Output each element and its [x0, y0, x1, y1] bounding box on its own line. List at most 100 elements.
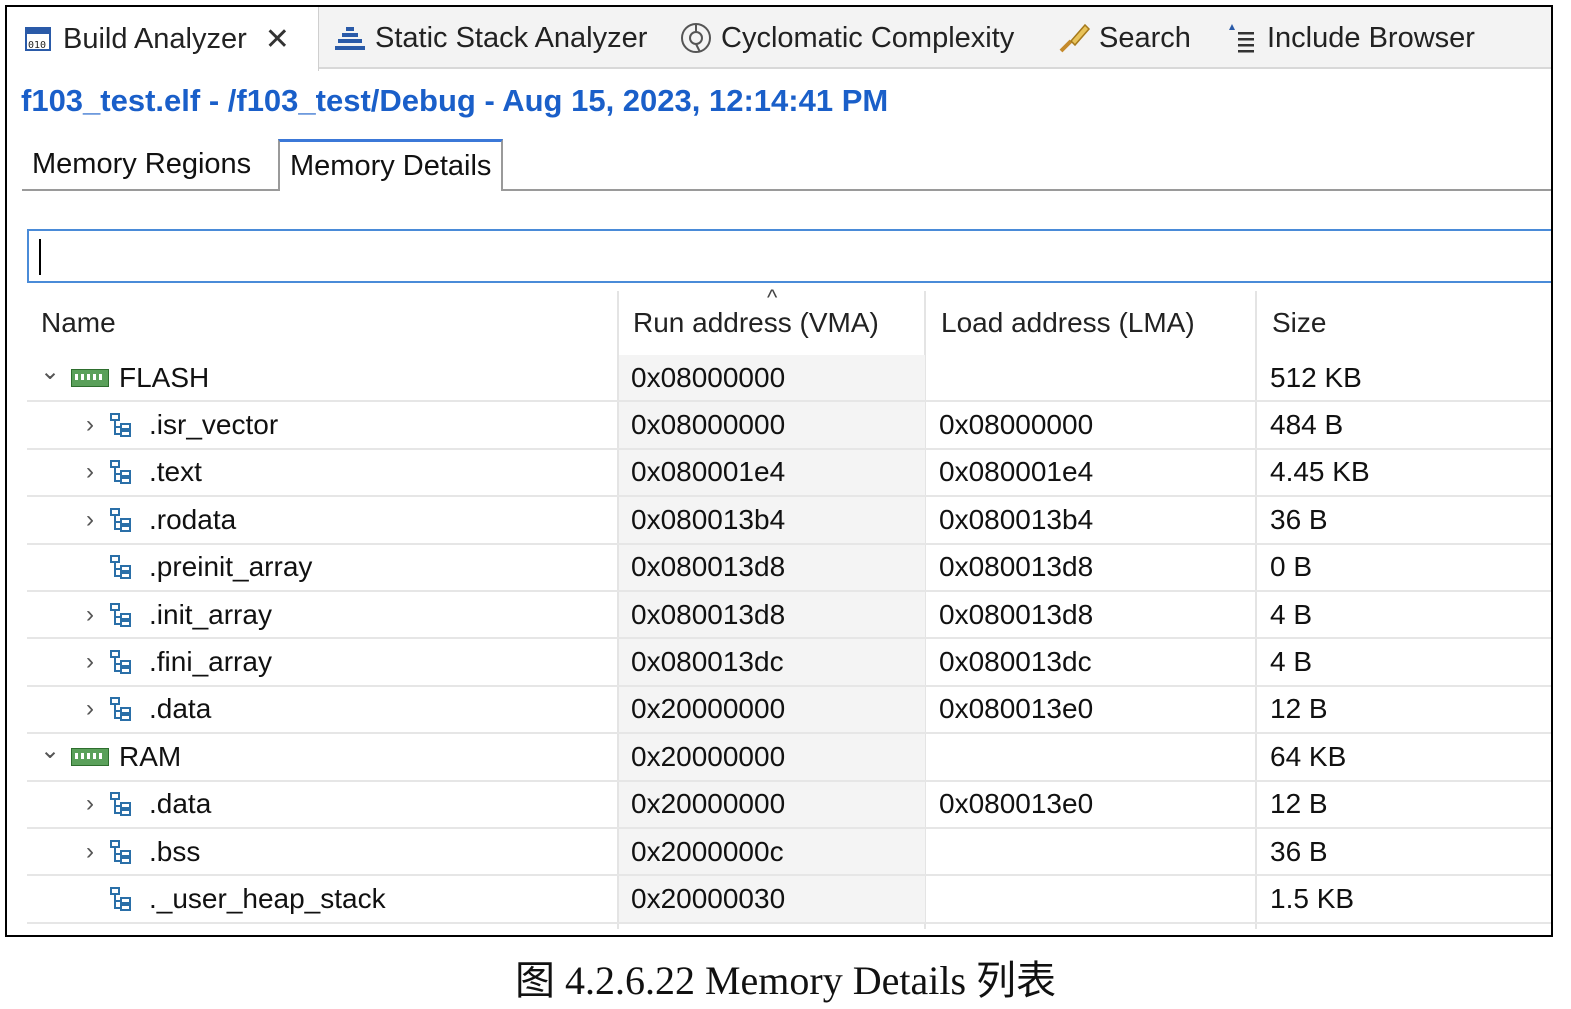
tab-search[interactable]: Search	[1057, 7, 1191, 69]
tab-cyclomatic-complexity[interactable]: Cyclomatic Complexity	[679, 7, 1014, 69]
table-row[interactable]: › .init_array 0x080013d8 0x080013d8 4 B	[27, 591, 1551, 640]
vma-cell: 0x20000000	[631, 693, 786, 725]
filter-input[interactable]	[29, 231, 1551, 281]
column-header-size[interactable]: Size	[1272, 291, 1326, 355]
cyclomatic-icon	[679, 21, 713, 55]
chevron-down-icon[interactable]: ⌄	[37, 736, 63, 765]
build-analyzer-icon: 010	[21, 22, 55, 56]
tab-static-stack-analyzer[interactable]: Static Stack Analyzer	[333, 7, 647, 69]
table-row[interactable]: .preinit_array 0x080013d8 0x080013d8 0 B	[27, 544, 1551, 592]
chevron-right-icon[interactable]: ›	[77, 695, 103, 723]
row-name: .data	[149, 788, 212, 820]
name-cell: ⌄ RAM	[37, 734, 181, 779]
name-cell: › .fini_array	[77, 639, 272, 684]
name-cell: › .rodata	[77, 497, 236, 542]
section-tree-icon	[110, 792, 131, 817]
memory-region-icon	[71, 747, 109, 766]
size-cell: 64 KB	[1270, 740, 1347, 772]
chevron-right-icon[interactable]: ›	[77, 790, 103, 818]
table-row[interactable]: ⌄ FLASH 0x08000000 512 KB	[27, 355, 1551, 403]
row-name: .init_array	[149, 598, 272, 630]
vma-cell: 0x20000000	[631, 740, 786, 772]
chevron-right-icon[interactable]: ›	[77, 411, 103, 439]
sub-tab-bar: Memory Regions Memory Details	[22, 135, 1551, 191]
chevron-down-icon[interactable]: ⌄	[37, 357, 63, 386]
row-name: FLASH	[119, 361, 210, 393]
table-header: Name Run address (VMA) ^ Load address (L…	[27, 285, 1551, 355]
close-icon[interactable]: ✕	[265, 22, 290, 57]
row-name: .fini_array	[149, 646, 272, 678]
vma-cell: 0x080013d8	[631, 551, 786, 583]
lma-cell: 0x080013dc	[939, 646, 1092, 678]
row-name: .data	[149, 693, 212, 725]
lma-cell: 0x08000000	[939, 409, 1094, 441]
file-title: f103_test.elf - /f103_test/Debug - Aug 1…	[21, 83, 889, 118]
table-row[interactable]: › .isr_vector 0x08000000 0x08000000 484 B	[27, 402, 1551, 450]
column-header-name[interactable]: Name	[41, 291, 116, 355]
tab-label: Memory Regions	[32, 147, 252, 180]
tab-memory-details[interactable]: Memory Details	[278, 139, 504, 191]
name-cell: › .isr_vector	[77, 402, 278, 447]
size-cell: 512 KB	[1270, 361, 1362, 393]
sort-ascending-icon: ^	[767, 285, 778, 310]
section-tree-icon	[110, 555, 131, 580]
search-icon	[1057, 21, 1091, 55]
name-cell: ._user_heap_stack	[77, 876, 386, 921]
size-cell: 484 B	[1270, 409, 1344, 441]
size-cell: 4 B	[1270, 646, 1313, 678]
vma-cell: 0x08000000	[631, 409, 786, 441]
tab-build-analyzer[interactable]: 010 Build Analyzer ✕	[7, 7, 319, 71]
tab-label: Memory Details	[290, 150, 492, 182]
table-row[interactable]: › .text 0x080001e4 0x080001e4 4.45 KB	[27, 449, 1551, 498]
vma-cell: 0x20000030	[631, 882, 786, 914]
lma-cell: 0x080013e0	[939, 693, 1094, 725]
chevron-right-icon[interactable]: ›	[77, 506, 103, 534]
vma-cell: 0x080013b4	[631, 503, 786, 535]
name-cell: ⌄ FLASH	[37, 355, 209, 400]
section-tree-icon	[110, 507, 131, 532]
table-row[interactable]: ._user_heap_stack 0x20000030 1.5 KB	[27, 876, 1551, 924]
section-tree-icon	[110, 602, 131, 627]
filter-box[interactable]	[27, 229, 1551, 283]
section-tree-icon	[110, 839, 131, 864]
chevron-right-icon[interactable]: ›	[77, 838, 103, 866]
stack-analyzer-icon	[333, 21, 367, 55]
column-header-lma[interactable]: Load address (LMA)	[941, 291, 1195, 355]
table-row[interactable]: › .bss 0x2000000c 36 B	[27, 828, 1551, 877]
row-name: ._user_heap_stack	[149, 882, 386, 914]
tab-memory-regions[interactable]: Memory Regions	[22, 139, 261, 189]
table-row[interactable]: › .data 0x20000000 0x080013e0 12 B	[27, 686, 1551, 735]
section-tree-icon	[110, 697, 131, 722]
row-name: .rodata	[149, 503, 237, 535]
vma-cell: 0x080001e4	[631, 456, 786, 488]
chevron-right-icon[interactable]: ›	[77, 648, 103, 676]
vma-cell: 0x08000000	[631, 361, 786, 393]
size-cell: 36 B	[1270, 835, 1328, 867]
table-row[interactable]: ⌄ RAM 0x20000000 64 KB	[27, 734, 1551, 782]
tab-include-browser[interactable]: Include Browser	[1225, 7, 1475, 69]
size-cell: 4 B	[1270, 598, 1313, 630]
size-cell: 12 B	[1270, 693, 1328, 725]
name-cell: › .init_array	[77, 592, 272, 637]
svg-text:010: 010	[28, 40, 46, 51]
memory-details-table: Name Run address (VMA) ^ Load address (L…	[27, 285, 1551, 929]
section-tree-icon	[110, 650, 131, 675]
section-tree-icon	[110, 413, 131, 438]
lma-cell: 0x080013e0	[939, 788, 1094, 820]
table-row[interactable]: › .fini_array 0x080013dc 0x080013dc 4 B	[27, 639, 1551, 687]
view-tab-bar: 010 Build Analyzer ✕ Static Stack Analyz…	[7, 7, 1551, 71]
size-cell: 36 B	[1270, 503, 1328, 535]
column-header-vma[interactable]: Run address (VMA)	[633, 291, 879, 355]
lma-cell: 0x080013d8	[939, 598, 1094, 630]
lma-cell: 0x080013b4	[939, 503, 1094, 535]
size-cell: 1.5 KB	[1270, 882, 1355, 914]
table-row[interactable]: › .data 0x20000000 0x080013e0 12 B	[27, 781, 1551, 829]
text-caret	[39, 239, 41, 275]
figure-caption: 图 4.2.6.22 Memory Details 列表	[514, 958, 1057, 1003]
table-body: ⌄ FLASH 0x08000000 512 KB › .isr_vector 0x0800…	[27, 355, 1551, 924]
table-row[interactable]: › .rodata 0x080013b4 0x080013b4 36 B	[27, 497, 1551, 545]
chevron-right-icon[interactable]: ›	[77, 458, 103, 486]
vma-cell: 0x080013dc	[631, 646, 784, 678]
chevron-right-icon[interactable]: ›	[77, 601, 103, 629]
memory-region-icon	[71, 368, 109, 387]
